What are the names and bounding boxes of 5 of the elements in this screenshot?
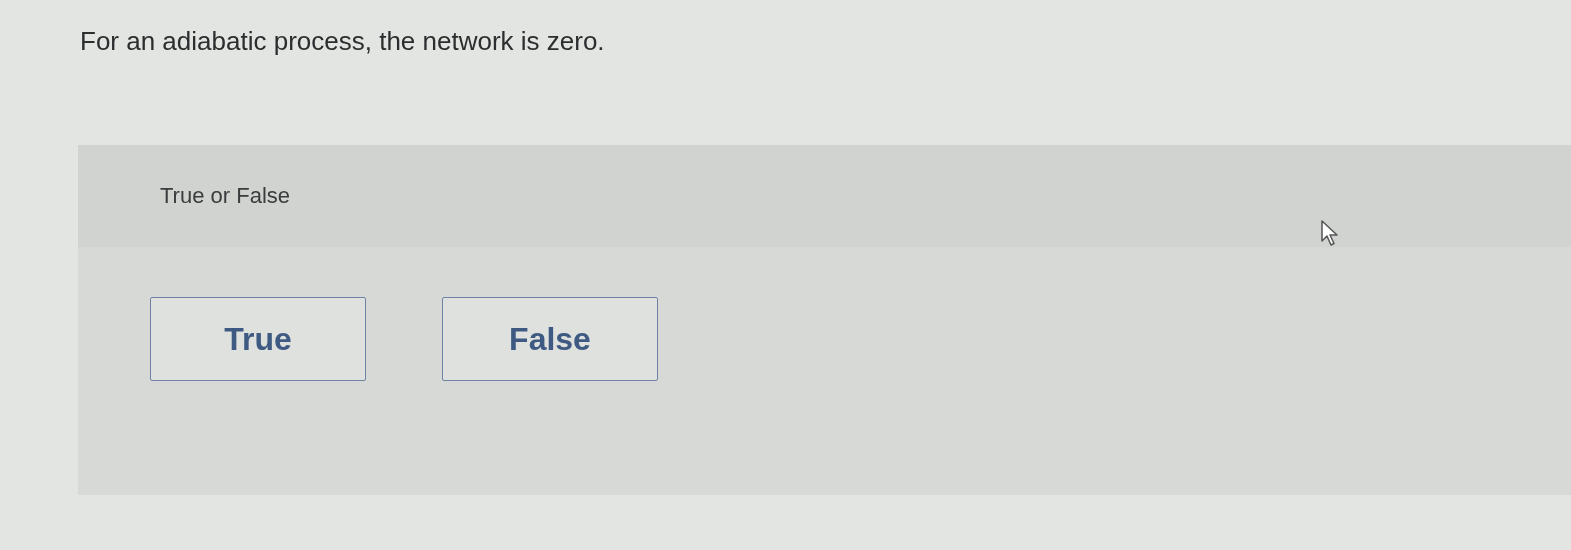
- answer-button[interactable]: False: [442, 297, 658, 381]
- answer-button[interactable]: True: [150, 297, 366, 381]
- cursor-icon: [1320, 219, 1340, 247]
- prompt-text: True or False: [160, 183, 290, 209]
- question-text: For an adiabatic process, the network is zero.: [80, 26, 606, 57]
